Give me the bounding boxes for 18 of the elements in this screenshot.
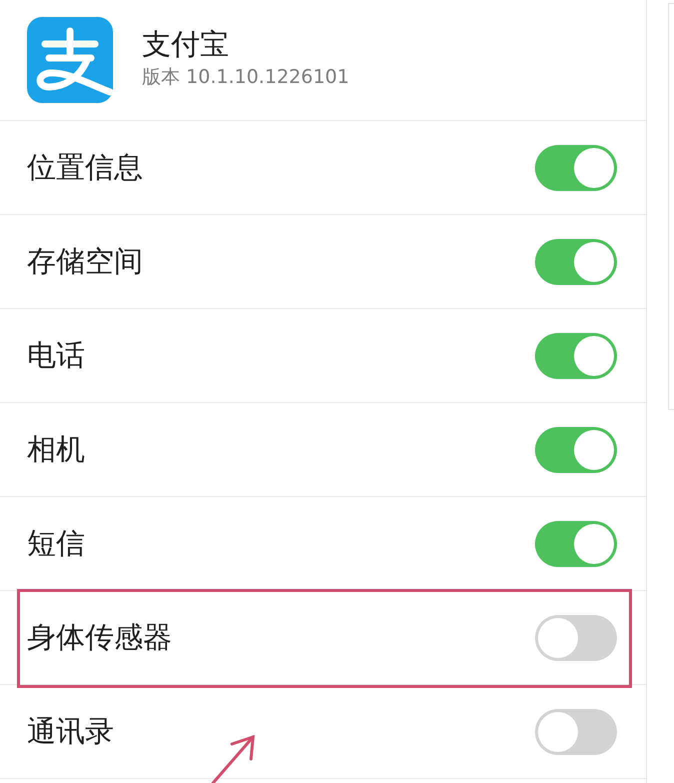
toggle-switch[interactable] bbox=[535, 332, 617, 378]
app-version: 版本 10.1.10.1226101 bbox=[142, 64, 350, 90]
toggle-switch[interactable] bbox=[535, 144, 617, 190]
toggle-switch[interactable] bbox=[535, 520, 617, 566]
permission-label: 存储空间 bbox=[27, 242, 143, 280]
permission-label: 相机 bbox=[27, 430, 85, 468]
permission-label: 身体传感器 bbox=[27, 618, 172, 656]
permission-label: 通讯录 bbox=[27, 712, 114, 750]
app-name: 支付宝 bbox=[142, 26, 229, 60]
permission-label: 电话 bbox=[27, 336, 85, 374]
toggle-switch[interactable] bbox=[535, 708, 617, 754]
toggle-switch[interactable] bbox=[535, 614, 617, 660]
permission-label: 短信 bbox=[27, 524, 85, 562]
pointer-arrow bbox=[212, 734, 255, 783]
toggle-switch[interactable] bbox=[535, 238, 617, 284]
permission-label: 位置信息 bbox=[27, 148, 143, 186]
app-icon bbox=[27, 17, 113, 103]
toggle-switch[interactable] bbox=[535, 426, 617, 472]
